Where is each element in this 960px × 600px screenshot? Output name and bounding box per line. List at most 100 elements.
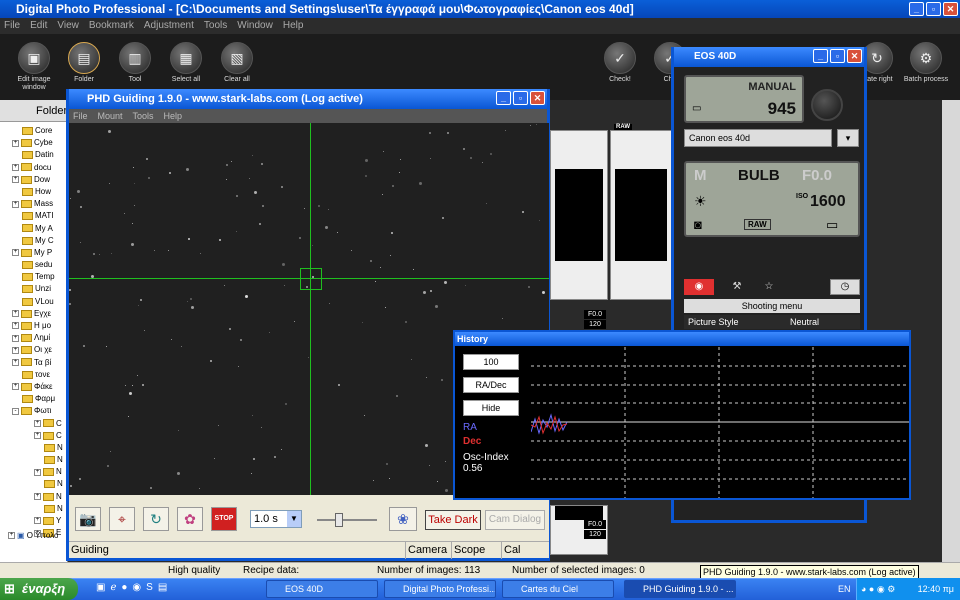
- edit-image-window-button[interactable]: ▣ Edit image window: [9, 42, 59, 92]
- expand-toggle[interactable]: +: [12, 200, 19, 208]
- expand-toggle[interactable]: +: [12, 249, 19, 257]
- firefox-icon[interactable]: ◉: [132, 582, 141, 593]
- tree-item-computer[interactable]: + ▣ Ο Υπολο: [8, 530, 58, 542]
- camera-settings-tab[interactable]: ◉: [684, 279, 714, 295]
- exposure-select[interactable]: 1.0 s ▼: [250, 510, 302, 528]
- maximize-button[interactable]: ▫: [926, 2, 941, 16]
- image-quality[interactable]: RAW: [744, 219, 771, 230]
- language-indicator[interactable]: EN: [838, 578, 851, 600]
- ra-dec-button[interactable]: RA/Dec: [463, 377, 519, 393]
- tree-item[interactable]: Φαρμ: [0, 393, 67, 405]
- folder-tab[interactable]: Folder: [0, 100, 67, 122]
- menu-file[interactable]: File: [4, 18, 20, 34]
- cam-dialog-button[interactable]: Cam Dialog: [485, 510, 545, 530]
- batch-process-button[interactable]: ⚙ Batch process: [901, 42, 951, 84]
- menu-tools[interactable]: Tools: [133, 109, 154, 123]
- slider-thumb[interactable]: [335, 513, 343, 527]
- tree-item[interactable]: + Η μο: [0, 320, 67, 332]
- tree-item[interactable]: τονε: [0, 369, 67, 381]
- take-dark-button[interactable]: Take Dark: [425, 510, 481, 530]
- picture-style-row[interactable]: Picture Style Neutral: [684, 315, 860, 329]
- hide-button[interactable]: Hide: [463, 400, 519, 416]
- menu-adjustment[interactable]: Adjustment: [144, 18, 194, 34]
- guide-button[interactable]: ✿: [177, 507, 203, 531]
- brain-button[interactable]: ❀: [389, 507, 417, 531]
- timer-button[interactable]: ◷: [830, 279, 860, 295]
- tree-item[interactable]: + N: [0, 466, 67, 478]
- tree-item[interactable]: MATI: [0, 210, 67, 222]
- tree-item[interactable]: My A: [0, 223, 67, 235]
- tree-item[interactable]: N: [0, 503, 67, 515]
- tree-item[interactable]: + C: [0, 418, 67, 430]
- tree-item[interactable]: N: [0, 442, 67, 454]
- maximize-button[interactable]: ▫: [830, 49, 845, 63]
- check-button[interactable]: ✓ Check!: [595, 42, 645, 84]
- tree-item[interactable]: Temp: [0, 271, 67, 283]
- clear-all-button[interactable]: ▧ Clear all: [212, 42, 262, 84]
- tray-icons[interactable]: ◕ ● ◉ ⚙: [861, 584, 895, 594]
- tree-item[interactable]: + Dow: [0, 174, 67, 186]
- tree-item[interactable]: + C: [0, 430, 67, 442]
- tree-item[interactable]: sedu: [0, 259, 67, 271]
- tree-item[interactable]: + docu: [0, 162, 67, 174]
- expand-toggle[interactable]: +: [12, 139, 19, 147]
- tree-item[interactable]: Datin: [0, 149, 67, 161]
- task-cartes-du-ciel[interactable]: Cartes du Ciel: [502, 580, 614, 598]
- chevron-down-icon[interactable]: ▼: [287, 511, 301, 527]
- expand-toggle[interactable]: +: [34, 468, 41, 476]
- expand-toggle[interactable]: +: [34, 432, 41, 440]
- skype-icon[interactable]: S: [146, 582, 153, 593]
- star-tab[interactable]: ☆: [754, 279, 784, 295]
- telescope-button[interactable]: ⌖: [109, 507, 135, 531]
- tool-button[interactable]: ▥ Tool: [110, 42, 160, 84]
- mode-letter[interactable]: M: [694, 167, 707, 184]
- loop-button[interactable]: ↻: [143, 507, 169, 531]
- expand-toggle[interactable]: +: [12, 358, 19, 366]
- select-all-button[interactable]: ▦ Select all: [161, 42, 211, 84]
- close-button[interactable]: ✕: [530, 91, 545, 105]
- close-button[interactable]: ✕: [847, 49, 862, 63]
- aperture-value[interactable]: F0.0: [802, 167, 832, 184]
- tree-item[interactable]: N: [0, 478, 67, 490]
- ie-icon[interactable]: ℯ: [110, 582, 116, 593]
- camera-button[interactable]: 📷: [75, 507, 101, 531]
- gamma-slider[interactable]: [317, 513, 377, 527]
- pc-transfer-icon[interactable]: ▭: [826, 217, 838, 233]
- minimize-button[interactable]: _: [496, 91, 511, 105]
- tree-item[interactable]: + Φάκε: [0, 381, 67, 393]
- expand-toggle[interactable]: +: [12, 176, 19, 184]
- scrollbar[interactable]: [942, 100, 960, 562]
- scale-button[interactable]: 100: [463, 354, 519, 370]
- minimize-button[interactable]: _: [813, 49, 828, 63]
- tree-item[interactable]: VLou: [0, 296, 67, 308]
- tree-item[interactable]: Core: [0, 125, 67, 137]
- expand-toggle[interactable]: +: [12, 383, 19, 391]
- close-button[interactable]: ✕: [943, 2, 958, 16]
- explorer-icon[interactable]: ▤: [158, 582, 167, 593]
- menu-view[interactable]: View: [57, 18, 79, 34]
- tree-item[interactable]: + My P: [0, 247, 67, 259]
- folder-button[interactable]: ▤ Folder: [59, 42, 109, 84]
- expand-toggle[interactable]: +: [12, 346, 19, 354]
- expand-toggle[interactable]: -: [12, 407, 19, 415]
- tree-item[interactable]: + Εγχε: [0, 308, 67, 320]
- expand-toggle[interactable]: +: [12, 322, 19, 330]
- menu-mount[interactable]: Mount: [98, 109, 123, 123]
- menu-tools[interactable]: Tools: [204, 18, 227, 34]
- tree-item[interactable]: + Y: [0, 515, 67, 527]
- media-icon[interactable]: ●: [121, 582, 127, 593]
- expand-toggle[interactable]: +: [12, 310, 19, 318]
- tree-item[interactable]: N: [0, 454, 67, 466]
- tree-item[interactable]: How: [0, 186, 67, 198]
- white-balance-icon[interactable]: ☀: [694, 193, 707, 210]
- menu-window[interactable]: Window: [237, 18, 273, 34]
- task-phd[interactable]: PHD Guiding 1.9.0 - ...: [624, 580, 736, 598]
- shutter-speed[interactable]: BULB: [738, 167, 780, 184]
- tree-item[interactable]: + Cybe: [0, 137, 67, 149]
- expand-toggle[interactable]: +: [12, 334, 19, 342]
- menu-help[interactable]: Help: [283, 18, 304, 34]
- shutter-button[interactable]: [811, 89, 843, 121]
- tree-item[interactable]: + Τα βί: [0, 357, 67, 369]
- thumbnail[interactable]: [550, 130, 608, 300]
- tools-tab[interactable]: ⚒: [722, 279, 752, 295]
